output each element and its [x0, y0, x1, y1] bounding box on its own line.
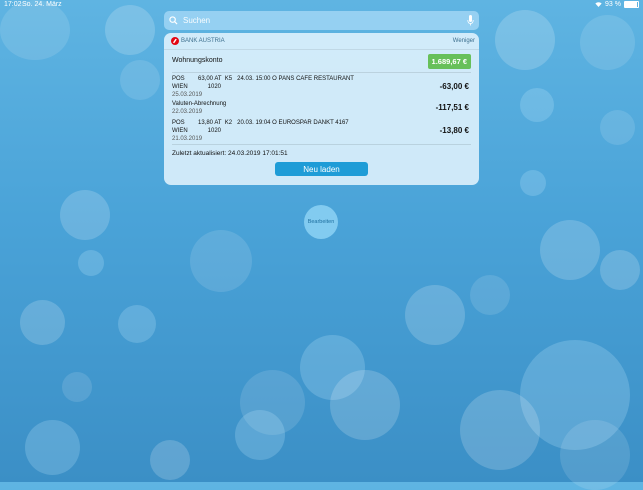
transaction-date: 25.03.2019 [172, 92, 203, 98]
microphone-icon[interactable] [467, 15, 474, 26]
transaction-date: 21.03.2019 [172, 136, 203, 142]
status-indicators: 93 % [595, 1, 639, 8]
transaction-description: POS 63,00 AT K5 24.03. 15:00 O PANS CAFE… [172, 76, 354, 82]
widget-header: BANK AUSTRIA Weniger [164, 33, 479, 50]
bank-widget: BANK AUSTRIA Weniger Wohnungskonto 1.689… [164, 33, 479, 185]
battery-icon [624, 1, 639, 8]
search-icon [169, 16, 178, 25]
transaction-date: 22.03.2019 [172, 109, 203, 115]
transaction-row[interactable]: Valuten-Abrechnung 22.03.2019 -117,51 € [172, 100, 471, 116]
status-time: 17:02 [4, 1, 22, 8]
search-bar[interactable] [164, 11, 479, 30]
status-date: So. 24. März [22, 1, 62, 8]
transaction-row[interactable]: POS 63,00 AT K5 24.03. 15:00 O PANS CAFE… [172, 75, 471, 99]
battery-percent: 93 % [605, 1, 621, 8]
status-bar: 17:02 So. 24. März 93 % [0, 0, 643, 10]
transaction-location: WIEN 1020 [172, 128, 222, 134]
transaction-amount: -63,00 € [439, 82, 469, 91]
divider [172, 72, 471, 73]
edit-button[interactable]: Bearbeiten [304, 205, 338, 239]
transaction-amount: -117,51 € [435, 103, 469, 112]
bank-logo-icon [171, 37, 179, 45]
show-less-button[interactable]: Weniger [453, 38, 475, 44]
divider [172, 144, 471, 145]
transaction-description: POS 13,80 AT K2 20.03. 19:04 O EUROSPAR … [172, 120, 349, 126]
transaction-description: Valuten-Abrechnung [172, 101, 227, 107]
transaction-amount: -13,80 € [439, 126, 469, 135]
account-row[interactable]: Wohnungskonto 1.689,67 € [164, 52, 479, 70]
transaction-row[interactable]: POS 13,80 AT K2 20.03. 19:04 O EUROSPAR … [172, 119, 471, 143]
account-balance: 1.689,67 € [427, 54, 471, 69]
last-updated-text: Zuletzt aktualisiert: 24.03.2019 17:01:5… [172, 150, 288, 157]
widget-title: BANK AUSTRIA [181, 38, 225, 44]
search-input[interactable] [181, 15, 455, 26]
account-name: Wohnungskonto [172, 57, 223, 64]
wifi-icon [595, 2, 602, 7]
transaction-location: WIEN 1020 [172, 84, 222, 90]
reload-button[interactable]: Neu laden [275, 162, 368, 176]
